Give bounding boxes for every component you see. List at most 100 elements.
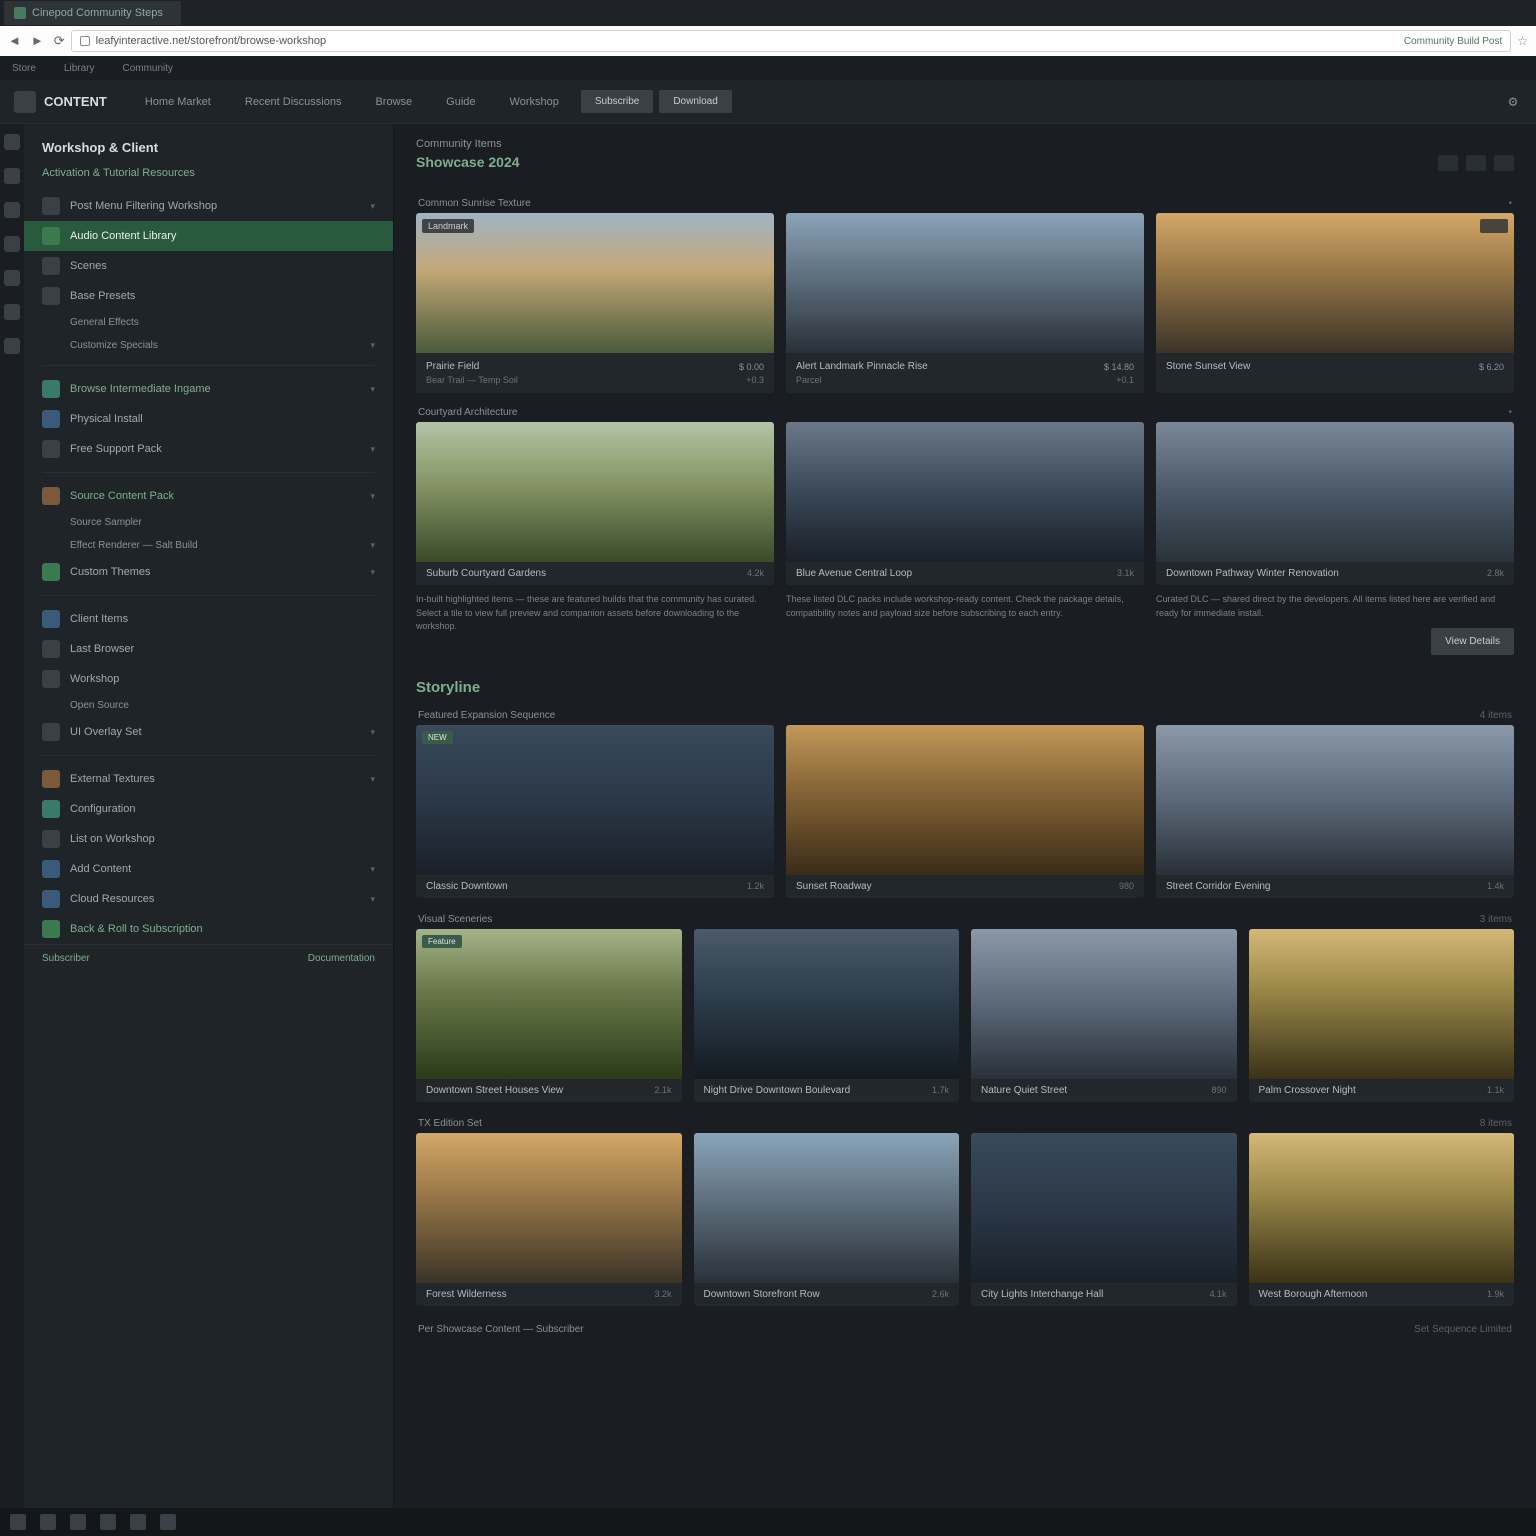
folder-icon xyxy=(42,197,60,215)
thumb-label: Landmark xyxy=(422,219,474,233)
content-card[interactable]: City Lights Interchange Hall4.1k xyxy=(971,1133,1237,1306)
main-content: Community Items Showcase 2024 Common Sun… xyxy=(394,124,1536,1536)
nav-tab[interactable]: Workshop xyxy=(494,80,575,124)
content-card[interactable]: Alert Landmark Pinnacle Rise$ 14.80Parce… xyxy=(786,213,1144,393)
rail-friends-icon[interactable] xyxy=(4,270,20,286)
list-view-icon[interactable] xyxy=(1466,155,1486,171)
content-card[interactable]: West Borough Afternoon1.9k xyxy=(1249,1133,1515,1306)
add-icon xyxy=(42,860,60,878)
content-card[interactable]: Downtown Storefront Row2.6k xyxy=(694,1133,960,1306)
content-card[interactable]: Blue Avenue Central Loop3.1k xyxy=(786,422,1144,585)
sidebar-item[interactable]: Customize Specials▾ xyxy=(24,334,393,357)
download-button[interactable]: Download xyxy=(659,90,731,113)
rail-store-icon[interactable] xyxy=(4,202,20,218)
sidebar-item[interactable]: External Textures▾ xyxy=(24,764,393,794)
app-icon[interactable] xyxy=(160,1514,176,1530)
config-icon xyxy=(42,800,60,818)
thumbnail xyxy=(416,1133,682,1283)
sidebar-item[interactable]: Add Content▾ xyxy=(24,854,393,884)
thumbnail xyxy=(971,1133,1237,1283)
sub-item[interactable]: Library xyxy=(64,63,95,74)
content-card[interactable]: Sunset Roadway980 xyxy=(786,725,1144,898)
browser-tab[interactable]: Cinepod Community Steps xyxy=(4,1,181,25)
nav-tab[interactable]: Guide xyxy=(430,80,491,124)
view-controls xyxy=(1438,155,1514,171)
sidebar-item[interactable]: Cloud Resources▾ xyxy=(24,884,393,914)
grid-view-icon[interactable] xyxy=(1438,155,1458,171)
sidebar-item[interactable]: Browse Intermediate Ingame▾ xyxy=(24,374,393,404)
sidebar-item[interactable]: Physical Install xyxy=(24,404,393,434)
back-icon[interactable]: ◄ xyxy=(8,33,21,49)
nav-tab[interactable]: Recent Discussions xyxy=(229,80,358,124)
chevron-down-icon: ▾ xyxy=(370,894,375,905)
content-card[interactable]: Street Corridor Evening1.4k xyxy=(1156,725,1514,898)
content-card[interactable]: Stone Sunset View$ 6.20 xyxy=(1156,213,1514,393)
nav-tab[interactable]: Home Market xyxy=(129,80,227,124)
view-details-button[interactable]: View Details xyxy=(1431,628,1514,655)
subscribe-button[interactable]: Subscribe xyxy=(581,90,653,113)
filter-icon[interactable] xyxy=(1494,155,1514,171)
start-icon[interactable] xyxy=(10,1514,26,1530)
rail-home-icon[interactable] xyxy=(4,134,20,150)
content-card[interactable]: FeatureDowntown Street Houses View2.1k xyxy=(416,929,682,1102)
sidebar-item[interactable]: Last Browser xyxy=(24,634,393,664)
sidebar-item[interactable]: Scenes xyxy=(24,251,393,281)
content-card[interactable]: Landmark Prairie Field$ 0.00Bear Trail —… xyxy=(416,213,774,393)
sub-item[interactable]: Community xyxy=(122,63,173,74)
content-card[interactable]: NEWClassic Downtown1.2k xyxy=(416,725,774,898)
subscription-icon xyxy=(42,920,60,938)
sidebar-subtitle[interactable]: Activation & Tutorial Resources xyxy=(24,165,393,191)
sidebar-item-active[interactable]: Audio Content Library xyxy=(24,221,393,251)
rail-library-icon[interactable] xyxy=(4,168,20,184)
content-card[interactable]: Nature Quiet Street890 xyxy=(971,929,1237,1102)
sidebar-item[interactable]: Base Presets xyxy=(24,281,393,311)
content-card[interactable]: Forest Wilderness3.2k xyxy=(416,1133,682,1306)
footer-right[interactable]: Documentation xyxy=(308,953,375,964)
sidebar-item[interactable]: General Effects xyxy=(24,311,393,334)
texture-icon xyxy=(42,770,60,788)
sidebar-item[interactable]: Open Source xyxy=(24,694,393,717)
sidebar-item[interactable]: Source Sampler xyxy=(24,511,393,534)
sidebar-item[interactable]: Client Items xyxy=(24,604,393,634)
sidebar-item[interactable]: Effect Renderer — Salt Build▾ xyxy=(24,534,393,557)
new-tag: NEW xyxy=(422,731,453,744)
divider xyxy=(42,755,375,756)
sidebar-item[interactable]: Configuration xyxy=(24,794,393,824)
footer-strip: Per Showcase Content — Subscriber xyxy=(418,1324,584,1335)
sidebar-item[interactable]: List on Workshop xyxy=(24,824,393,854)
browser-icon[interactable] xyxy=(100,1514,116,1530)
row-label: Featured Expansion Sequence xyxy=(418,710,555,721)
rail-community-icon[interactable] xyxy=(4,236,20,252)
sidebar-item[interactable]: Source Content Pack▾ xyxy=(24,481,393,511)
logo[interactable]: CONTENT xyxy=(14,91,107,113)
content-card[interactable]: Palm Crossover Night1.1k xyxy=(1249,929,1515,1102)
install-icon xyxy=(42,410,60,428)
desc-text: Curated DLC — shared direct by the devel… xyxy=(1156,593,1514,620)
thumbnail xyxy=(786,422,1144,562)
url-bar[interactable]: leafyinteractive.net/storefront/browse-w… xyxy=(71,30,1512,52)
reload-icon[interactable]: ⟳ xyxy=(54,33,65,49)
sidebar-item[interactable]: Workshop xyxy=(24,664,393,694)
search-icon[interactable] xyxy=(40,1514,56,1530)
star-icon[interactable]: ☆ xyxy=(1517,34,1528,48)
sub-item[interactable]: Store xyxy=(12,63,36,74)
explorer-icon[interactable] xyxy=(70,1514,86,1530)
sidebar-item[interactable]: Free Support Pack▾ xyxy=(24,434,393,464)
settings-icon[interactable]: ⚙ xyxy=(1504,93,1522,111)
sidebar-item[interactable]: Post Menu Filtering Workshop▾ xyxy=(24,191,393,221)
thumbnail xyxy=(1156,725,1514,875)
thumbnail xyxy=(786,213,1144,353)
sidebar-item[interactable]: UI Overlay Set▾ xyxy=(24,717,393,747)
nav-tab[interactable]: Browse xyxy=(359,80,428,124)
thumbnail xyxy=(416,422,774,562)
content-card[interactable]: Downtown Pathway Winter Renovation2.8k xyxy=(1156,422,1514,585)
footer-left[interactable]: Subscriber xyxy=(42,953,90,964)
rail-settings-icon[interactable] xyxy=(4,338,20,354)
rail-downloads-icon[interactable] xyxy=(4,304,20,320)
app-icon[interactable] xyxy=(130,1514,146,1530)
content-card[interactable]: Suburb Courtyard Gardens4.2k xyxy=(416,422,774,585)
content-card[interactable]: Night Drive Downtown Boulevard1.7k xyxy=(694,929,960,1102)
forward-icon[interactable]: ► xyxy=(31,33,44,49)
sidebar-item[interactable]: Back & Roll to Subscription xyxy=(24,914,393,944)
sidebar-item[interactable]: Custom Themes▾ xyxy=(24,557,393,587)
